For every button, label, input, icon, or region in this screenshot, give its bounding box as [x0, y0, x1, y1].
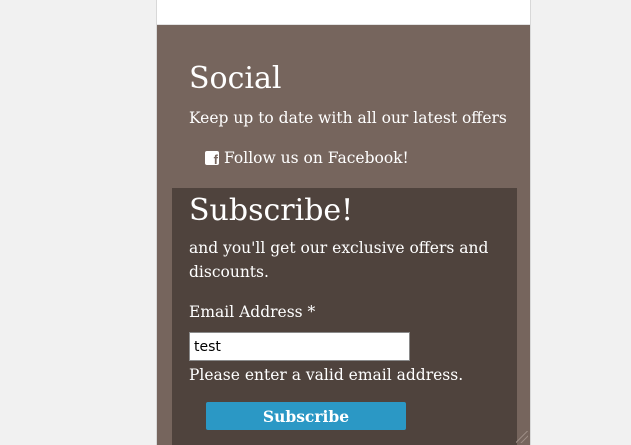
subscribe-description: and you'll get our exclusive offers and …: [189, 239, 489, 281]
resize-grip-icon[interactable]: [516, 431, 528, 443]
email-error-message: Please enter a valid email address.: [189, 366, 464, 384]
subscribe-box: Subscribe! and you'll get our exclusive …: [172, 188, 517, 445]
subscribe-heading: Subscribe!: [189, 193, 354, 228]
social-heading: Social: [189, 61, 282, 96]
footer-panel: Social Keep up to date with all our late…: [157, 25, 530, 445]
content-frame: Social Keep up to date with all our late…: [156, 0, 531, 445]
email-label: Email Address *: [189, 303, 316, 321]
facebook-link-label: Follow us on Facebook!: [224, 149, 409, 167]
email-input[interactable]: [189, 332, 410, 361]
subscribe-button[interactable]: Subscribe: [206, 402, 406, 430]
social-description: Keep up to date with all our latest offe…: [189, 109, 507, 127]
top-strip: [157, 0, 530, 25]
facebook-link[interactable]: f Follow us on Facebook!: [205, 148, 409, 168]
facebook-icon: f: [205, 151, 219, 167]
